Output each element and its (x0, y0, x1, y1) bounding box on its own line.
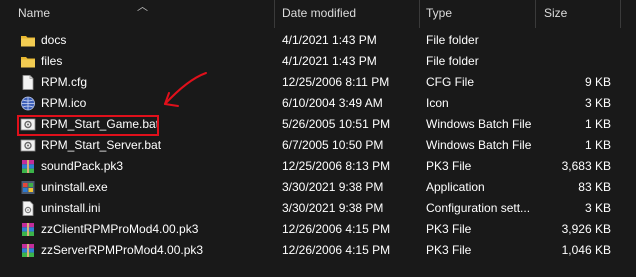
file-type: Windows Batch File (426, 117, 532, 131)
file-date-modified: 6/7/2005 10:50 PM (282, 138, 384, 152)
folder-icon (20, 54, 36, 69)
batch-file-icon (20, 138, 36, 153)
column-divider[interactable] (274, 0, 275, 28)
annotation-highlight-box (17, 115, 159, 136)
column-divider[interactable] (535, 0, 536, 28)
file-name: files (41, 54, 63, 68)
file-row[interactable]: uninstall.exe 3/30/2021 9:38 PM Applicatio… (0, 177, 636, 198)
file-date-modified: 12/26/2006 4:15 PM (282, 222, 391, 236)
file-type: Application (426, 180, 485, 194)
column-divider[interactable] (620, 0, 621, 28)
file-size: 3 KB (584, 201, 611, 215)
archive-icon (20, 159, 36, 174)
file-date-modified: 3/30/2021 9:38 PM (282, 201, 384, 215)
file-row[interactable]: RPM_Start_Server.bat 6/7/2005 10:50 PM Win… (0, 135, 636, 156)
settings-file-icon (20, 201, 36, 216)
file-type: File folder (426, 54, 479, 68)
file-name: soundPack.pk3 (41, 159, 124, 173)
file-size: 9 KB (584, 75, 611, 89)
file-date-modified: 6/10/2004 3:49 AM (282, 96, 383, 110)
file-date-modified: 12/26/2006 4:15 PM (282, 243, 391, 257)
file-size: 3 KB (584, 96, 611, 110)
archive-icon (20, 243, 36, 258)
file-size: 1 KB (584, 138, 611, 152)
file-date-modified: 3/30/2021 9:38 PM (282, 180, 384, 194)
file-row[interactable]: docs 4/1/2021 1:43 PM File folder (0, 30, 636, 51)
file-row[interactable]: files 4/1/2021 1:43 PM File folder (0, 51, 636, 72)
file-type: File folder (426, 33, 479, 47)
file-row[interactable]: zzServerRPMProMod4.00.pk3 12/26/2006 4:15… (0, 240, 636, 261)
file-size: 3,926 KB (561, 222, 611, 236)
installer-icon (20, 180, 36, 195)
file-type: PK3 File (426, 243, 472, 257)
column-divider[interactable] (419, 0, 420, 28)
file-name: zzClientRPMProMod4.00.pk3 (41, 222, 199, 236)
file-size: 1,046 KB (561, 243, 611, 257)
column-header-type[interactable]: Type (426, 6, 452, 20)
file-date-modified: 12/25/2006 8:13 PM (282, 159, 391, 173)
file-name: docs (41, 33, 67, 47)
document-icon (20, 75, 36, 90)
file-type: PK3 File (426, 222, 472, 236)
file-size: 83 KB (578, 180, 611, 194)
file-type: PK3 File (426, 159, 472, 173)
file-name: RPM.ico (41, 96, 87, 110)
file-row[interactable]: RPM.ico 6/10/2004 3:49 AM Icon 3 KB (0, 93, 636, 114)
file-name: zzServerRPMProMod4.00.pk3 (41, 243, 204, 257)
file-date-modified: 5/26/2005 10:51 PM (282, 117, 391, 131)
file-name: uninstall.ini (41, 201, 101, 215)
column-header-date-modified[interactable]: Date modified (282, 6, 356, 20)
file-size: 3,683 KB (561, 159, 611, 173)
file-type: Icon (426, 96, 449, 110)
file-row[interactable]: uninstall.ini 3/30/2021 9:38 PM Configurat… (0, 198, 636, 219)
file-name: RPM.cfg (41, 75, 88, 89)
globe-icon (20, 96, 36, 111)
file-type: CFG File (426, 75, 474, 89)
file-date-modified: 4/1/2021 1:43 PM (282, 33, 377, 47)
file-row[interactable]: zzClientRPMProMod4.00.pk3 12/26/2006 4:15… (0, 219, 636, 240)
column-header-size[interactable]: Size (544, 6, 567, 20)
file-name: RPM_Start_Server.bat (41, 138, 162, 152)
file-date-modified: 12/25/2006 8:11 PM (282, 75, 390, 89)
archive-icon (20, 222, 36, 237)
sort-chevron-up-icon: ︿ (137, 1, 148, 13)
file-name: uninstall.exe (41, 180, 108, 194)
column-header-name[interactable]: Name (18, 6, 50, 20)
file-date-modified: 4/1/2021 1:43 PM (282, 54, 377, 68)
file-row[interactable]: soundPack.pk3 12/25/2006 8:13 PM PK3 File 3… (0, 156, 636, 177)
file-type: Configuration sett... (426, 201, 531, 215)
column-header-bar: Name ︿ Date modified Type Size (0, 0, 636, 28)
file-row[interactable]: RPM.cfg 12/25/2006 8:11 PM CFG File 9 KB (0, 72, 636, 93)
file-size: 1 KB (584, 117, 611, 131)
file-type: Windows Batch File (426, 138, 532, 152)
folder-icon (20, 33, 36, 48)
